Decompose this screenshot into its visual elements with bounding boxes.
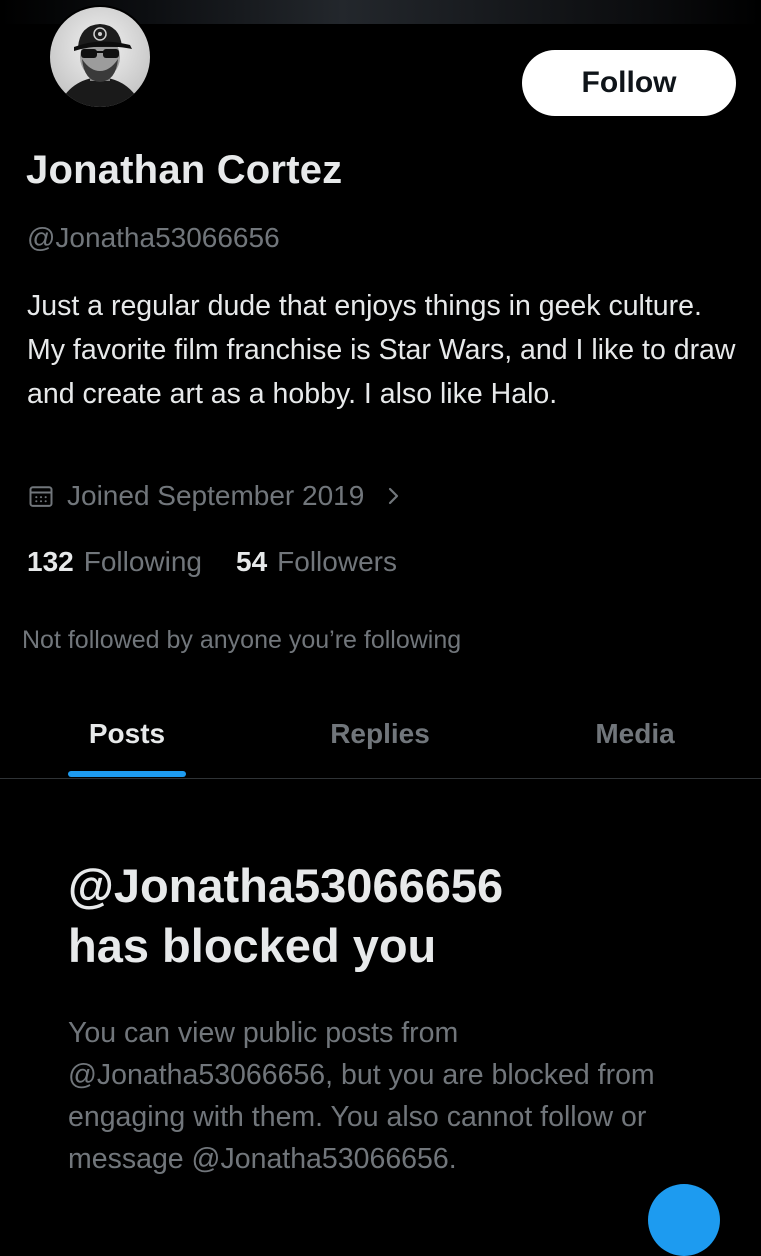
follow-stats: 132 Following 54 Followers (27, 541, 397, 583)
followers-link[interactable]: 54 Followers (236, 546, 397, 578)
tab-replies[interactable]: Replies (300, 690, 460, 778)
joined-date-row[interactable]: Joined September 2019 (27, 476, 402, 516)
not-followed-notice: Not followed by anyone you’re following (22, 626, 462, 654)
followers-count: 54 (236, 546, 268, 577)
joined-date-text: Joined September 2019 (67, 480, 365, 511)
tab-media[interactable]: Media (555, 690, 715, 778)
blocked-title-handle: @Jonatha53066656 (68, 859, 504, 912)
blocked-title-text: has blocked you (68, 919, 437, 972)
profile-handle: @Jonatha53066656 (27, 222, 280, 253)
profile-bio: Just a regular dude that enjoys things i… (27, 290, 736, 410)
profile-tabs: Posts Replies Media (0, 690, 761, 779)
blocked-title: @Jonatha53066656 has blocked you (68, 856, 708, 976)
following-link[interactable]: 132 Following (27, 546, 202, 578)
display-name: Jonathan Cortez (26, 148, 343, 192)
active-tab-indicator (68, 771, 186, 777)
following-count: 132 (27, 546, 74, 577)
blocked-description: You can view public posts from @Jonatha5… (68, 1017, 655, 1175)
following-label: Following (83, 546, 202, 577)
followers-label: Followers (277, 546, 397, 577)
avatar[interactable] (48, 5, 152, 109)
follow-button[interactable]: Follow (522, 50, 736, 116)
calendar-icon (27, 482, 55, 510)
chevron-right-icon (386, 484, 402, 508)
compose-post-button[interactable] (648, 1184, 720, 1256)
tab-posts[interactable]: Posts (47, 690, 207, 778)
avatar-image (50, 7, 150, 107)
